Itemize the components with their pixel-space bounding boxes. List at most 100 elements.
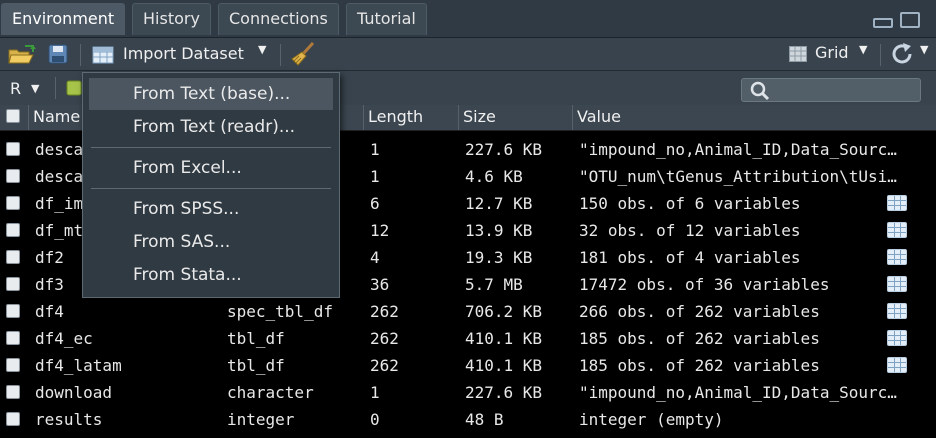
object-type: character [227, 383, 314, 402]
import-dataset-button[interactable]: Import Dataset [123, 44, 244, 63]
object-size: 410.1 KB [465, 356, 543, 375]
object-length: 1 [370, 383, 380, 402]
object-value: 185 obs. of 262 variables [579, 329, 820, 348]
tab-connections[interactable]: Connections [218, 3, 339, 35]
object-size: 48 B [465, 410, 504, 429]
row-checkbox[interactable] [6, 169, 20, 183]
row-checkbox[interactable] [6, 196, 20, 210]
row-checkbox[interactable] [6, 277, 20, 291]
chevron-down-icon[interactable]: ▼ [31, 82, 39, 95]
chevron-down-icon[interactable]: ▼ [859, 43, 867, 56]
object-type: spec_tbl_df [227, 302, 333, 321]
chevron-down-icon[interactable]: ▼ [920, 43, 928, 56]
select-all-checkbox[interactable] [6, 109, 20, 123]
object-value: 150 obs. of 6 variables [579, 194, 801, 213]
object-size: 19.3 KB [465, 248, 533, 267]
object-name: df4_ec [35, 329, 93, 348]
menu-item-from-text-base[interactable]: From Text (base)... [89, 78, 333, 110]
row-checkbox[interactable] [6, 412, 20, 426]
environment-scope-icon[interactable] [66, 80, 82, 100]
object-size: 227.6 KB [465, 383, 543, 402]
open-workspace-icon[interactable] [8, 45, 36, 69]
object-size: 227.6 KB [465, 140, 543, 159]
menu-divider [91, 147, 331, 148]
menu-item-from-excel[interactable]: From Excel... [89, 152, 333, 184]
tab-tutorial[interactable]: Tutorial [346, 3, 427, 35]
table-row[interactable]: download character 1 227.6 KB "impound_n… [0, 379, 936, 406]
toolbar-divider [55, 77, 56, 99]
object-size: 706.2 KB [465, 302, 543, 321]
language-select[interactable]: R [10, 79, 21, 98]
view-mode-select[interactable]: Grid [815, 43, 849, 62]
object-length: 262 [370, 302, 399, 321]
object-length: 1 [370, 167, 380, 186]
environment-toolbar: Import Dataset ▼ Grid ▼ ▼ [0, 38, 936, 71]
toolbar-divider [280, 44, 281, 66]
table-row[interactable]: results integer 0 48 B integer (empty) [0, 406, 936, 433]
column-header-length[interactable]: Length [363, 105, 458, 130]
object-value: 32 obs. of 12 variables [579, 221, 801, 240]
chevron-down-icon[interactable]: ▼ [258, 43, 266, 56]
object-type: integer [227, 410, 295, 429]
save-workspace-icon[interactable] [48, 44, 68, 68]
row-checkbox[interactable] [6, 142, 20, 156]
object-value: "impound_no,Animal_ID,Data_Sourc… [579, 383, 897, 402]
object-value: integer (empty) [579, 410, 724, 429]
object-value: 17472 obs. of 36 variables [579, 275, 830, 294]
view-data-icon[interactable] [887, 330, 907, 346]
menu-item-from-spss[interactable]: From SPSS... [89, 193, 333, 225]
object-length: 36 [370, 275, 390, 294]
import-dataset-icon[interactable] [92, 46, 114, 68]
object-name: df4 [35, 302, 64, 321]
import-dataset-menu: From Text (base)... From Text (readr)...… [82, 72, 340, 298]
tab-history[interactable]: History [132, 3, 211, 35]
grid-view-icon[interactable] [789, 46, 807, 66]
object-length: 1 [370, 140, 380, 159]
menu-item-from-text-readr[interactable]: From Text (readr)... [89, 111, 333, 143]
object-name: download [35, 383, 113, 402]
menu-item-from-sas[interactable]: From SAS... [89, 226, 333, 258]
menu-divider [91, 188, 331, 189]
object-length: 262 [370, 329, 399, 348]
object-size: 13.9 KB [465, 221, 533, 240]
menu-item-from-stata[interactable]: From Stata... [89, 259, 333, 291]
table-row[interactable]: df4_latam tbl_df 262 410.1 KB 185 obs. o… [0, 352, 936, 379]
column-header-size[interactable]: Size [458, 105, 572, 130]
row-checkbox[interactable] [6, 304, 20, 318]
toolbar-divider [880, 44, 881, 66]
table-row[interactable]: df4 spec_tbl_df 262 706.2 KB 266 obs. of… [0, 298, 936, 325]
broom-icon[interactable] [290, 41, 316, 71]
search-icon [750, 81, 770, 105]
row-checkbox[interactable] [6, 223, 20, 237]
view-data-icon[interactable] [887, 249, 907, 265]
row-checkbox[interactable] [6, 250, 20, 264]
refresh-icon[interactable] [890, 42, 914, 70]
column-header-value[interactable]: Value [572, 105, 936, 130]
view-data-icon[interactable] [887, 222, 907, 238]
object-size: 5.7 MB [465, 275, 523, 294]
object-name: df2 [35, 248, 64, 267]
object-size: 12.7 KB [465, 194, 533, 213]
row-checkbox[interactable] [6, 385, 20, 399]
object-value: 266 obs. of 262 variables [579, 302, 820, 321]
object-value: 185 obs. of 262 variables [579, 356, 820, 375]
object-size: 410.1 KB [465, 329, 543, 348]
object-name: df_im [35, 194, 84, 213]
object-value: "OTU_num\tGenus_Attribution\tUsi… [579, 167, 897, 186]
view-data-icon[interactable] [887, 195, 907, 211]
row-checkbox[interactable] [6, 358, 20, 372]
search-input[interactable] [741, 78, 921, 102]
object-length: 12 [370, 221, 390, 240]
view-data-icon[interactable] [887, 276, 907, 292]
object-length: 4 [370, 248, 380, 267]
view-data-icon[interactable] [887, 303, 907, 319]
row-checkbox[interactable] [6, 331, 20, 345]
minimize-pane-icon[interactable] [873, 18, 893, 28]
object-value: "impound_no,Animal_ID,Data_Sourc… [579, 140, 897, 159]
table-row[interactable]: df4_ec tbl_df 262 410.1 KB 185 obs. of 2… [0, 325, 936, 352]
object-value: 181 obs. of 4 variables [579, 248, 801, 267]
object-length: 262 [370, 356, 399, 375]
tab-environment[interactable]: Environment [1, 3, 126, 35]
maximize-pane-icon[interactable] [900, 12, 920, 28]
view-data-icon[interactable] [887, 357, 907, 373]
